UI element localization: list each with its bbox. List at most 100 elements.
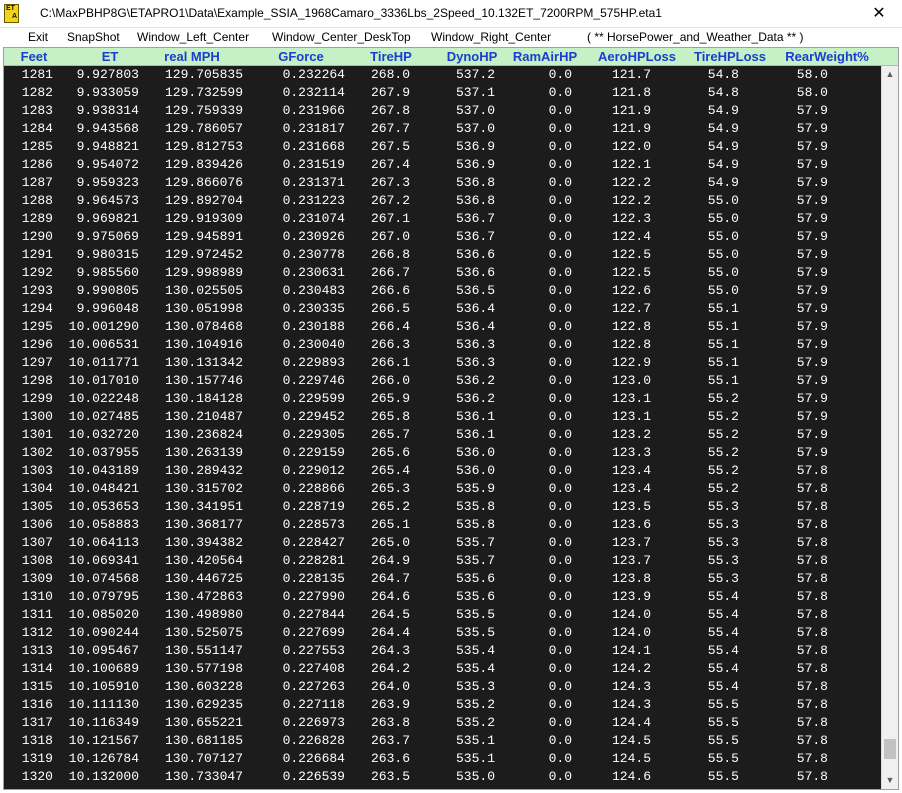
- close-icon[interactable]: ✕: [856, 0, 902, 27]
- table-cell: 55.4: [707, 643, 739, 658]
- table-cell: 1314: [21, 661, 53, 676]
- table-cell: 123.9: [611, 589, 651, 604]
- table-cell: 129.972452: [164, 247, 243, 262]
- table-cell: 1307: [21, 535, 53, 550]
- table-cell: 124.3: [611, 679, 651, 694]
- table-cell: 0.0: [548, 751, 572, 766]
- table-cell: 1311: [21, 607, 53, 622]
- table-cell: 536.1: [455, 427, 495, 442]
- column-header-row: Feet ET real MPH GForce TireHP DynoHP RamAirHP…: [4, 48, 898, 66]
- table-cell: 1281: [21, 67, 53, 82]
- table-cell: 57.8: [796, 733, 828, 748]
- table-cell: 123.4: [611, 481, 651, 496]
- table-cell: 536.2: [455, 391, 495, 406]
- menu-bar: Exit SnapShot Window_Left_Center Window_…: [0, 28, 902, 47]
- table-row: 1301 10.032720 130.236824 0.229305 265.7 536.…: [4, 426, 882, 444]
- table-cell: 10.121567: [68, 733, 139, 748]
- table-cell: 0.231074: [282, 211, 345, 226]
- table-cell: 1295: [21, 319, 53, 334]
- table-cell: 536.7: [455, 229, 495, 244]
- table-cell: 57.9: [796, 355, 828, 370]
- table-cell: 0.231668: [282, 139, 345, 154]
- table-cell: 122.6: [611, 283, 651, 298]
- table-cell: 0.0: [548, 139, 572, 154]
- table-cell: 121.7: [611, 67, 651, 82]
- table-cell: 130.341951: [164, 499, 243, 514]
- table-row: 1306 10.058883 130.368177 0.228573 265.1 535.…: [4, 516, 882, 534]
- table-cell: 266.3: [370, 337, 410, 352]
- table-cell: 265.6: [370, 445, 410, 460]
- table-cell: 0.232114: [282, 85, 345, 100]
- table-cell: 0.230483: [282, 283, 345, 298]
- column-header[interactable]: RearWeight%: [772, 49, 882, 64]
- table-cell: 54.8: [707, 67, 739, 82]
- table-cell: 0.231817: [282, 121, 345, 136]
- app-icon[interactable]: ET A: [4, 4, 19, 23]
- table-cell: 54.9: [707, 175, 739, 190]
- scroll-up-icon[interactable]: ▲: [882, 66, 898, 83]
- table-cell: 130.655221: [164, 715, 243, 730]
- table-row: 1288 9.964573 129.892704 0.231223 267.2 536.8…: [4, 192, 882, 210]
- table-cell: 122.8: [611, 337, 651, 352]
- table-cell: 536.4: [455, 319, 495, 334]
- table-cell: 0.229599: [282, 391, 345, 406]
- table-cell: 9.933059: [76, 85, 139, 100]
- table-cell: 130.051998: [164, 301, 243, 316]
- table-cell: 124.5: [611, 733, 651, 748]
- column-header[interactable]: real MPH: [137, 49, 247, 64]
- menu-exit[interactable]: Exit: [28, 30, 48, 44]
- scroll-thumb[interactable]: [884, 738, 896, 759]
- table-cell: 55.1: [707, 301, 739, 316]
- table-cell: 0.0: [548, 67, 572, 82]
- table-cell: 57.9: [796, 409, 828, 424]
- table-cell: 55.4: [707, 661, 739, 676]
- table-cell: 264.0: [370, 679, 410, 694]
- table-cell: 130.498980: [164, 607, 243, 622]
- table-cell: 0.0: [548, 481, 572, 496]
- table-cell: 1319: [21, 751, 53, 766]
- table-cell: 55.0: [707, 229, 739, 244]
- table-cell: 57.8: [796, 769, 828, 784]
- menu-window-center-desktop[interactable]: Window_Center_DeskTop: [272, 30, 411, 44]
- menu-window-left-center[interactable]: Window_Left_Center: [137, 30, 249, 44]
- table-row: 1309 10.074568 130.446725 0.228135 264.7 535.…: [4, 570, 882, 588]
- menu-snapshot[interactable]: SnapShot: [67, 30, 120, 44]
- table-cell: 0.227699: [282, 625, 345, 640]
- table-row: 1303 10.043189 130.289432 0.229012 265.4 536.…: [4, 462, 882, 480]
- table-cell: 130.236824: [164, 427, 243, 442]
- vertical-scrollbar[interactable]: ▲ ▼: [881, 66, 898, 789]
- menu-window-right-center[interactable]: Window_Right_Center: [431, 30, 551, 44]
- table-cell: 130.157746: [164, 373, 243, 388]
- data-grid[interactable]: Feet ET real MPH GForce TireHP DynoHP RamAirHP…: [3, 47, 899, 790]
- table-cell: 0.231966: [282, 103, 345, 118]
- table-cell: 263.5: [370, 769, 410, 784]
- table-cell: 535.2: [455, 715, 495, 730]
- table-cell: 57.9: [796, 445, 828, 460]
- column-header[interactable]: TireHPLoss: [675, 49, 785, 64]
- table-row: 1305 10.053653 130.341951 0.228719 265.2 535.…: [4, 498, 882, 516]
- table-cell: 1301: [21, 427, 53, 442]
- table-cell: 266.0: [370, 373, 410, 388]
- table-cell: 0.0: [548, 427, 572, 442]
- table-cell: 55.5: [707, 769, 739, 784]
- table-cell: 537.2: [455, 67, 495, 82]
- table-cell: 122.2: [611, 175, 651, 190]
- table-cell: 122.1: [611, 157, 651, 172]
- table-cell: 129.759339: [164, 103, 243, 118]
- table-cell: 54.9: [707, 139, 739, 154]
- table-cell: 0.232264: [282, 67, 345, 82]
- table-cell: 1297: [21, 355, 53, 370]
- table-cell: 122.9: [611, 355, 651, 370]
- table-row: 1284 9.943568 129.786057 0.231817 267.7 537.0…: [4, 120, 882, 138]
- table-cell: 0.0: [548, 319, 572, 334]
- table-cell: 57.9: [796, 283, 828, 298]
- table-cell: 0.0: [548, 409, 572, 424]
- table-cell: 0.226684: [282, 751, 345, 766]
- table-cell: 0.229452: [282, 409, 345, 424]
- scroll-down-icon[interactable]: ▼: [882, 772, 898, 789]
- table-cell: 0.227990: [282, 589, 345, 604]
- table-cell: 55.4: [707, 625, 739, 640]
- table-cell: 57.8: [796, 715, 828, 730]
- table-cell: 57.8: [796, 517, 828, 532]
- table-row: 1304 10.048421 130.315702 0.228866 265.3 535.…: [4, 480, 882, 498]
